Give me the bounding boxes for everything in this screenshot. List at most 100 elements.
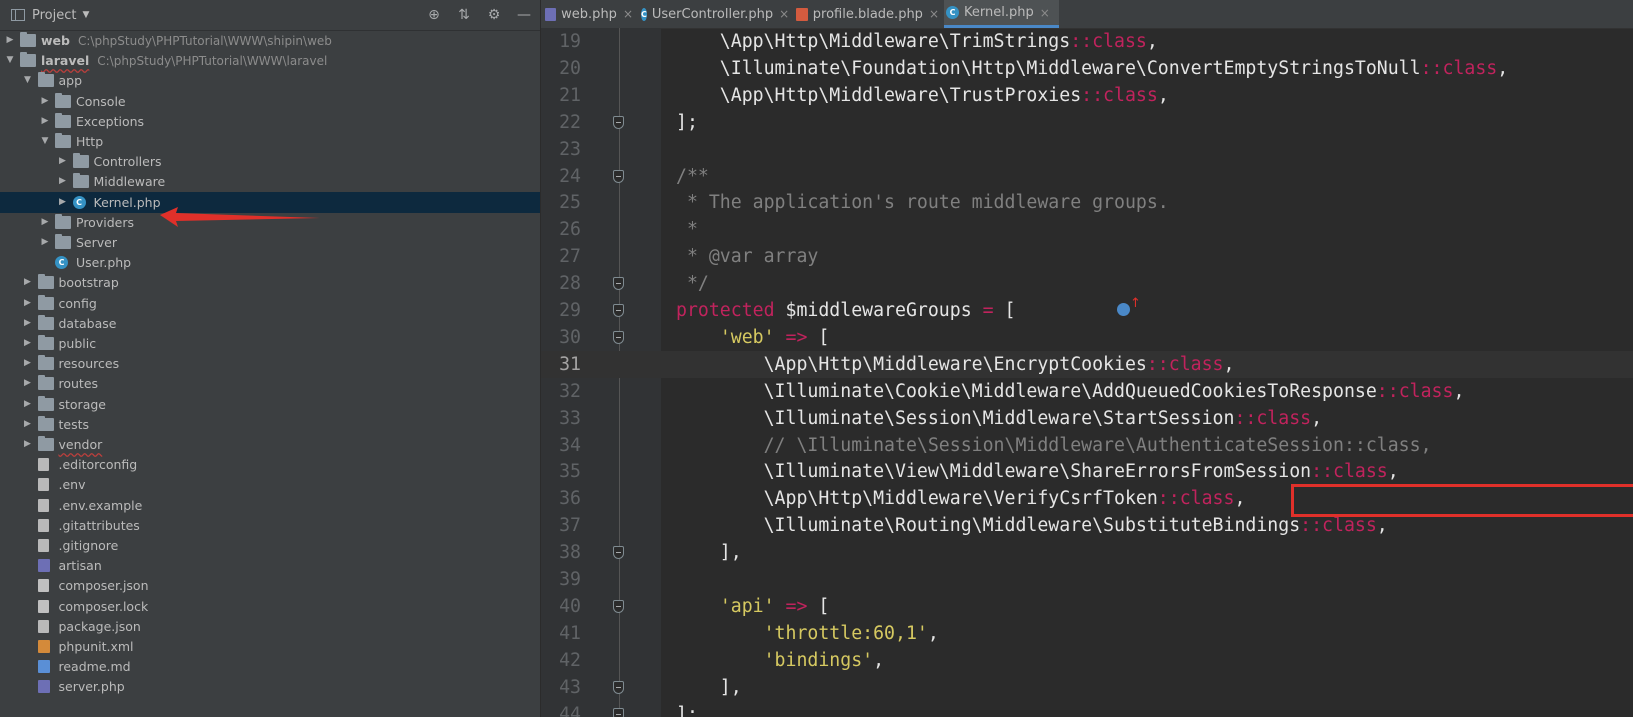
chevron-down-icon[interactable]: ▼ [82, 10, 89, 20]
tree-item-controllers[interactable]: ▶ Controllers [0, 151, 540, 172]
editor-tab[interactable]: web.php × [543, 0, 633, 28]
chevron-right-icon[interactable]: ▶ [22, 272, 34, 293]
close-icon[interactable]: × [623, 7, 633, 21]
code-line[interactable]: 31 \App\Http\Middleware\EncryptCookies::… [541, 350, 1633, 378]
chevron-right-icon[interactable]: ▶ [22, 373, 34, 394]
chevron-right-icon[interactable]: ▶ [57, 151, 69, 172]
code-line[interactable]: 35 \Illuminate\View\Middleware\ShareErro… [541, 458, 1633, 485]
chevron-right-icon[interactable]: ▶ [22, 353, 34, 374]
chevron-right-icon[interactable]: ▶ [39, 91, 51, 112]
minimize-icon[interactable]: — [516, 7, 532, 23]
gear-icon[interactable]: ⚙ [486, 7, 502, 23]
tree-item-composer-json[interactable]: composer.json [0, 575, 540, 596]
close-icon[interactable]: × [929, 7, 939, 21]
code-line[interactable]: 30 'web' => [ [541, 324, 1633, 351]
code-line[interactable]: 39 [541, 566, 1633, 593]
tree-item-composer-lock[interactable]: composer.lock [0, 596, 540, 617]
tree-item-user-php[interactable]: C User.php [0, 252, 540, 273]
code-line[interactable]: 26 * [541, 216, 1633, 243]
fold-marker-icon[interactable] [613, 169, 624, 183]
tree-item-env[interactable]: .env [0, 474, 540, 495]
tree-item-server-php[interactable]: server.php [0, 676, 540, 697]
chevron-right-icon[interactable]: ▶ [22, 313, 34, 334]
chevron-right-icon[interactable]: ▶ [4, 30, 16, 51]
override-icon[interactable] [1117, 303, 1130, 316]
tree-item-storage[interactable]: ▶ storage [0, 394, 540, 415]
fold-marker-icon[interactable] [613, 304, 624, 317]
fold-marker-icon[interactable] [613, 330, 624, 344]
locate-file-icon[interactable]: ⊕ [426, 7, 442, 23]
code-line[interactable]: 23 [541, 136, 1633, 163]
tree-item-artisan[interactable]: artisan [0, 555, 540, 576]
fold-marker-icon[interactable] [613, 680, 624, 694]
code-line[interactable]: 29 protected $middlewareGroups = [ [541, 297, 1633, 324]
tree-item-exceptions[interactable]: ▶ Exceptions [0, 111, 540, 132]
fold-marker-icon[interactable] [613, 546, 624, 560]
tree-item-tests[interactable]: ▶ tests [0, 414, 540, 435]
chevron-right-icon[interactable]: ▶ [22, 414, 34, 435]
close-icon[interactable]: × [779, 7, 789, 21]
code-line[interactable]: 33 \Illuminate\Session\Middleware\StartS… [541, 405, 1633, 432]
tree-item-resources[interactable]: ▶ resources [0, 353, 540, 374]
code-line[interactable]: 38 ], [541, 539, 1633, 566]
chevron-right-icon[interactable]: ▶ [22, 333, 34, 354]
code-line[interactable]: 32 \Illuminate\Cookie\Middleware\AddQueu… [541, 378, 1633, 405]
code-line[interactable]: 25 * The application's route middleware … [541, 189, 1633, 216]
code-area[interactable]: 19 \App\Http\Middleware\TrimStrings::cla… [541, 28, 1633, 717]
code-line[interactable]: 40 'api' => [ [541, 593, 1633, 620]
code-line[interactable]: 43 ], [541, 674, 1633, 701]
chevron-right-icon[interactable]: ▶ [39, 212, 51, 233]
tree-item-middleware[interactable]: ▶ Middleware [0, 171, 540, 192]
chevron-down-icon[interactable]: ▼ [4, 50, 16, 71]
tree-item-routes[interactable]: ▶ routes [0, 373, 540, 394]
code-line[interactable]: 42 'bindings', [541, 647, 1633, 674]
chevron-down-icon[interactable]: ▼ [39, 131, 51, 152]
chevron-right-icon[interactable]: ▶ [57, 171, 69, 192]
tree-item-http[interactable]: ▼ Http [0, 131, 540, 152]
code-line[interactable]: 44]; [541, 701, 1633, 717]
tree-item-gitattributes[interactable]: .gitattributes [0, 515, 540, 536]
code-line[interactable]: 24 /** [541, 163, 1633, 190]
code-line[interactable]: 20 \Illuminate\Foundation\Http\Middlewar… [541, 55, 1633, 82]
tree-item-package-json[interactable]: package.json [0, 616, 540, 637]
code-line[interactable]: 41 'throttle:60,1', [541, 620, 1633, 647]
fold-marker-icon[interactable] [613, 707, 624, 717]
tree-item-bootstrap[interactable]: ▶ bootstrap [0, 272, 540, 293]
code-line[interactable]: 21 \App\Http\Middleware\TrustProxies::cl… [541, 82, 1633, 109]
chevron-right-icon[interactable]: ▶ [22, 434, 34, 455]
editor-tab[interactable]: profile.blade.php × [794, 0, 939, 28]
chevron-right-icon[interactable]: ▶ [39, 111, 51, 132]
tree-item-gitignore[interactable]: .gitignore [0, 535, 540, 556]
chevron-down-icon[interactable]: ▼ [22, 70, 34, 91]
tree-item-app[interactable]: ▼ app [0, 70, 540, 91]
code-line[interactable]: 27 * @var array [541, 243, 1633, 270]
fold-marker-icon[interactable] [613, 599, 624, 613]
chevron-right-icon[interactable]: ▶ [39, 232, 51, 253]
tree-item-readme-md[interactable]: readme.md [0, 656, 540, 677]
editor-tab[interactable]: C Kernel.php × [944, 0, 1059, 28]
chevron-right-icon[interactable]: ▶ [22, 293, 34, 314]
tree-item-env-example[interactable]: .env.example [0, 495, 540, 516]
tree-item-web[interactable]: ▶ web C:\phpStudy\PHPTutorial\WWW\shipin\w… [0, 30, 540, 51]
fold-marker-icon[interactable] [613, 115, 624, 129]
tree-item-laravel[interactable]: ▼ laravel C:\phpStudy\PHPTutorial\WWW\lara… [0, 50, 540, 71]
chevron-right-icon[interactable]: ▶ [22, 394, 34, 415]
tree-item-database[interactable]: ▶ database [0, 313, 540, 334]
code-line[interactable]: 34 // \Illuminate\Session\Middleware\Aut… [541, 432, 1633, 459]
implements-arrow-icon[interactable]: ↑ [1130, 296, 1141, 311]
tree-item-vendor[interactable]: ▶ vendor [0, 434, 540, 455]
code-line[interactable]: 19 \App\Http\Middleware\TrimStrings::cla… [541, 28, 1633, 55]
tree-item-phpunit-xml[interactable]: phpunit.xml [0, 636, 540, 657]
tree-item-server[interactable]: ▶ Server [0, 232, 540, 253]
chevron-right-icon[interactable]: ▶ [57, 192, 69, 213]
fold-marker-icon[interactable] [613, 277, 624, 291]
code-line[interactable]: 28 */ [541, 270, 1633, 297]
project-panel-title[interactable]: Project [32, 8, 76, 23]
close-icon[interactable]: × [1040, 6, 1050, 20]
tree-item-public[interactable]: ▶ public [0, 333, 540, 354]
tree-item-console[interactable]: ▶ Console [0, 91, 540, 112]
editor-tab[interactable]: C UserController.php × [639, 0, 789, 28]
code-line[interactable]: 22]; [541, 109, 1633, 136]
collapse-all-icon[interactable]: ⇅ [456, 7, 472, 23]
tree-item-config[interactable]: ▶ config [0, 293, 540, 314]
